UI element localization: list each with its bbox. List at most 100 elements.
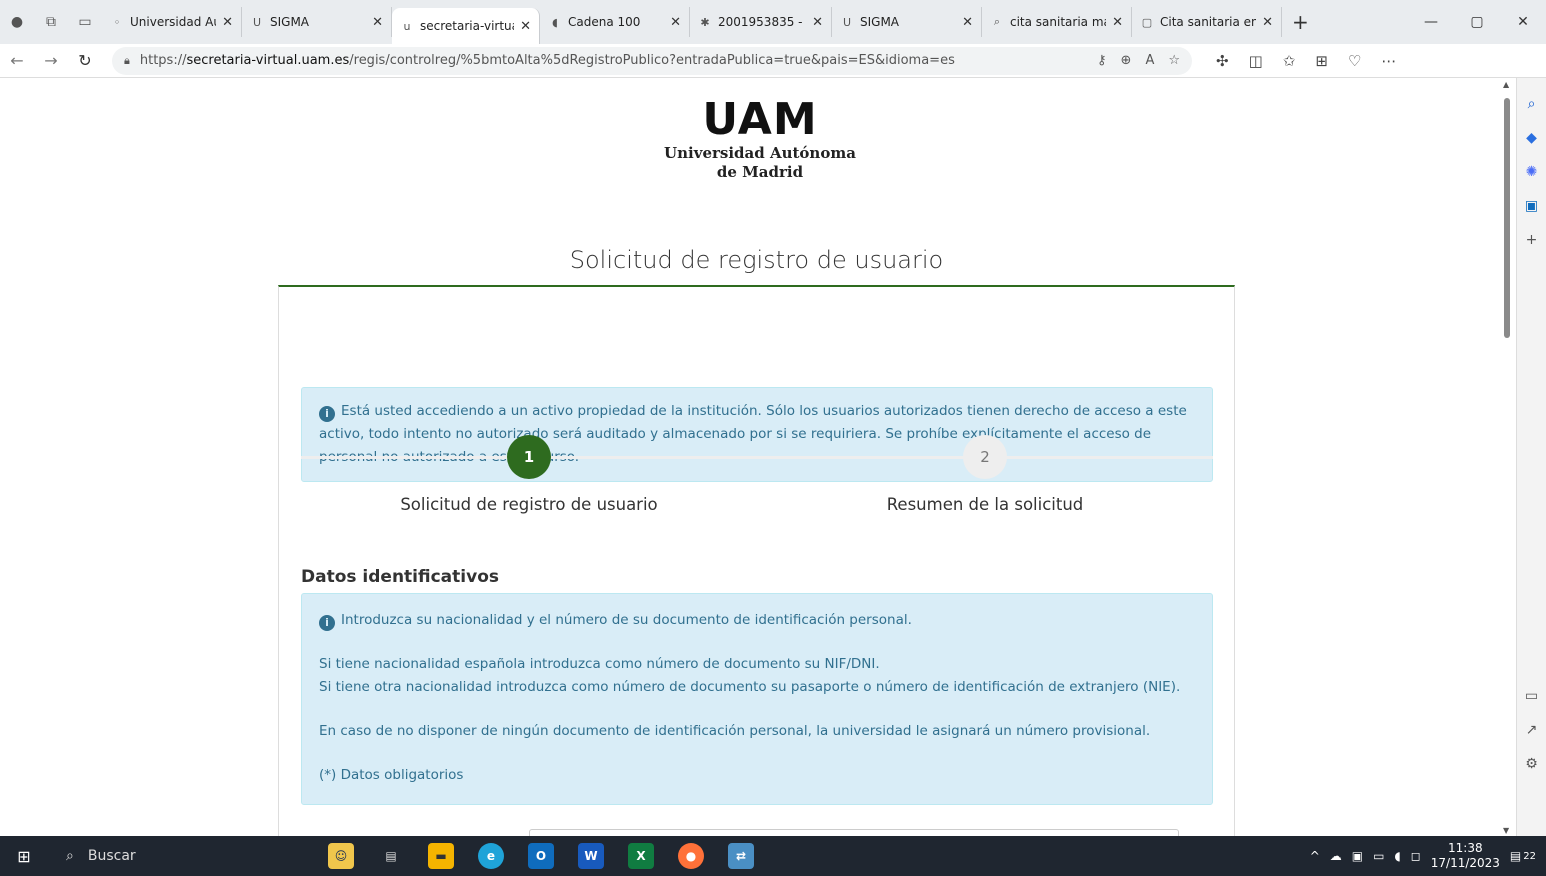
url-prefix: https:// — [139, 53, 187, 68]
tab-close-icon[interactable]: ✕ — [222, 15, 233, 30]
clock-time: 11:38 — [1448, 841, 1483, 855]
app-icon[interactable]: ⇄ — [728, 843, 754, 869]
collections-icon[interactable]: ⊞ — [1315, 52, 1328, 70]
tab-close-icon[interactable]: ✕ — [1262, 15, 1273, 30]
identification-info: i Introduzca su nacionalidad y el número … — [301, 593, 1213, 805]
nationality-field[interactable] — [529, 829, 1179, 836]
windows-start-icon[interactable]: ⊞ — [0, 847, 48, 866]
scroll-thumb[interactable] — [1504, 98, 1510, 338]
step-1-label: Solicitud de registro de usuario — [400, 495, 658, 514]
new-tab-icon[interactable]: + — [1292, 10, 1309, 34]
refresh-icon[interactable]: ↻ — [68, 51, 102, 70]
read-aloud-icon[interactable]: A — [1145, 53, 1154, 68]
browser-tab[interactable]: U SIGMA ✕ — [832, 7, 982, 37]
browser-tab[interactable]: ◖ Cadena 100 ✕ — [540, 7, 690, 37]
search-icon[interactable]: ⌕ — [1528, 96, 1536, 112]
tab-actions-icon[interactable]: ▭ — [74, 11, 96, 33]
step-2-number: 2 — [963, 435, 1007, 479]
lock-icon[interactable]: 🔒︎ — [124, 54, 130, 68]
tab-close-icon[interactable]: ✕ — [670, 15, 681, 30]
tab-title: cita sanitaria ma — [1010, 15, 1107, 29]
tab-close-icon[interactable]: ✕ — [812, 15, 823, 30]
widgets-icon[interactable]: ☺ — [328, 843, 354, 869]
tray-chevron-icon[interactable]: ^ — [1310, 849, 1320, 863]
edge-sidebar: ⌕ ◆ ✺ ▣ + ▭ ↗ ⚙ — [1516, 78, 1546, 836]
settings-gear-icon[interactable]: ⚙ — [1525, 756, 1538, 772]
profile-icon[interactable]: ● — [6, 11, 28, 33]
close-window-icon[interactable]: ✕ — [1500, 0, 1546, 44]
tab-title: Universidad Autónoma — [130, 15, 216, 29]
tab-list: ◦ Universidad Autónoma ✕ U SIGMA ✕ u secretaria… — [102, 0, 1282, 44]
outlook-icon[interactable]: ▣ — [1525, 198, 1538, 214]
file-explorer-icon[interactable]: ▬ — [428, 843, 454, 869]
info-line-4: En caso de no disponer de ningún documen… — [319, 723, 1151, 739]
external-link-icon[interactable]: ↗ — [1526, 722, 1538, 738]
logo-mark: UAM — [702, 94, 818, 145]
taskbar-search-label: Buscar — [87, 848, 136, 864]
more-menu-icon[interactable]: ⋯ — [1381, 52, 1396, 70]
scroll-down-icon[interactable]: ▼ — [1503, 826, 1509, 835]
tab-favicon-icon: ◦ — [113, 15, 121, 29]
tab-title: Cadena 100 — [568, 15, 641, 29]
split-screen-icon[interactable]: ◫ — [1249, 52, 1263, 70]
tab-close-icon[interactable]: ✕ — [520, 19, 531, 34]
browser-tab[interactable]: U SIGMA ✕ — [242, 7, 392, 37]
url-host: secretaria-virtual.uam.es — [186, 53, 350, 68]
workspaces-icon[interactable]: ⧉ — [40, 11, 62, 33]
back-icon[interactable]: ← — [0, 51, 34, 70]
browser-tab[interactable]: ◦ Universidad Autónoma ✕ — [102, 7, 242, 37]
app-tray-icon[interactable]: ▣ — [1352, 849, 1363, 863]
battery-icon[interactable]: ▭ — [1373, 849, 1384, 863]
favorite-star-icon[interactable]: ☆ — [1168, 53, 1180, 68]
notifications-icon[interactable]: ▤ 22 — [1510, 849, 1536, 863]
tab-title: 2001953835 - V — [718, 15, 807, 29]
address-toolbar: ← → ↻ 🔒︎ https://secretaria-virtual.uam.… — [0, 44, 1546, 78]
uam-logo[interactable]: UAM Universidad Autónoma de Madrid — [660, 96, 860, 182]
edge-app-icon[interactable]: e — [478, 843, 504, 869]
maximize-icon[interactable]: ▢ — [1454, 0, 1500, 44]
url-bar[interactable]: 🔒︎ https://secretaria-virtual.uam.es/reg… — [112, 46, 1192, 75]
tab-favicon-icon: u — [403, 19, 411, 33]
window-controls: — ▢ ✕ — [1408, 0, 1546, 44]
tab-close-icon[interactable]: ✕ — [372, 15, 383, 30]
volume-icon[interactable]: ◖ — [1394, 849, 1400, 863]
performance-icon[interactable]: ♡ — [1348, 52, 1361, 70]
firefox-app-icon[interactable]: ● — [678, 843, 704, 869]
page-title: Solicitud de registro de usuario — [569, 246, 944, 274]
browser-tab[interactable]: ✱ 2001953835 - V ✕ — [690, 7, 832, 37]
clock-date: 17/11/2023 — [1430, 856, 1500, 870]
copilot-icon[interactable]: ✺ — [1526, 164, 1538, 180]
excel-app-icon[interactable]: X — [628, 843, 654, 869]
outlook-app-icon[interactable]: O — [528, 843, 554, 869]
add-sidebar-icon[interactable]: + — [1526, 232, 1538, 248]
word-app-icon[interactable]: W — [578, 843, 604, 869]
step-2: 2 Resumen de la solicitud — [835, 430, 1135, 514]
extensions-icon[interactable]: ✣ — [1216, 52, 1229, 70]
system-tray: ^ ☁ ▣ ▭ ◖ ◻ 11:38 17/11/2023 ▤ 22 — [1310, 841, 1546, 871]
tab-favicon-icon: ⌕ — [993, 15, 1001, 28]
step-2-label: Resumen de la solicitud — [886, 495, 1084, 514]
taskbar-search[interactable]: ⌕ Buscar — [48, 836, 268, 876]
key-icon[interactable]: ⚷ — [1097, 53, 1107, 68]
task-view-icon[interactable]: ▤ — [378, 843, 404, 869]
network-icon[interactable]: ◻ — [1411, 849, 1421, 863]
tab-title: secretaria-virtual — [420, 19, 515, 33]
required-fields-note: (*) Datos obligatorios — [319, 767, 464, 783]
tab-favicon-icon: U — [252, 15, 262, 29]
browser-tab[interactable]: u secretaria-virtual ✕ — [392, 8, 540, 44]
step-1: 1 Solicitud de registro de usuario — [379, 430, 679, 514]
browser-tab[interactable]: ⌕ cita sanitaria ma ✕ — [982, 7, 1132, 37]
minimize-icon[interactable]: — — [1408, 0, 1454, 44]
onedrive-icon[interactable]: ☁ — [1330, 849, 1342, 863]
tab-close-icon[interactable]: ✕ — [962, 15, 973, 30]
favorites-icon[interactable]: ✩ — [1283, 52, 1296, 70]
shopping-tag-icon[interactable]: ◆ — [1526, 130, 1537, 146]
clock[interactable]: 11:38 17/11/2023 — [1431, 841, 1500, 871]
zoom-icon[interactable]: ⊕ — [1121, 53, 1132, 68]
page-scrollbar[interactable]: ▲ ▼ — [1500, 80, 1514, 835]
scroll-up-icon[interactable]: ▲ — [1503, 80, 1509, 89]
tab-close-icon[interactable]: ✕ — [1112, 15, 1123, 30]
sidebar-panel-icon[interactable]: ▭ — [1525, 688, 1538, 704]
browser-tab[interactable]: ▢ Cita sanitaria en ✕ — [1132, 7, 1282, 37]
forward-icon[interactable]: → — [34, 51, 68, 70]
